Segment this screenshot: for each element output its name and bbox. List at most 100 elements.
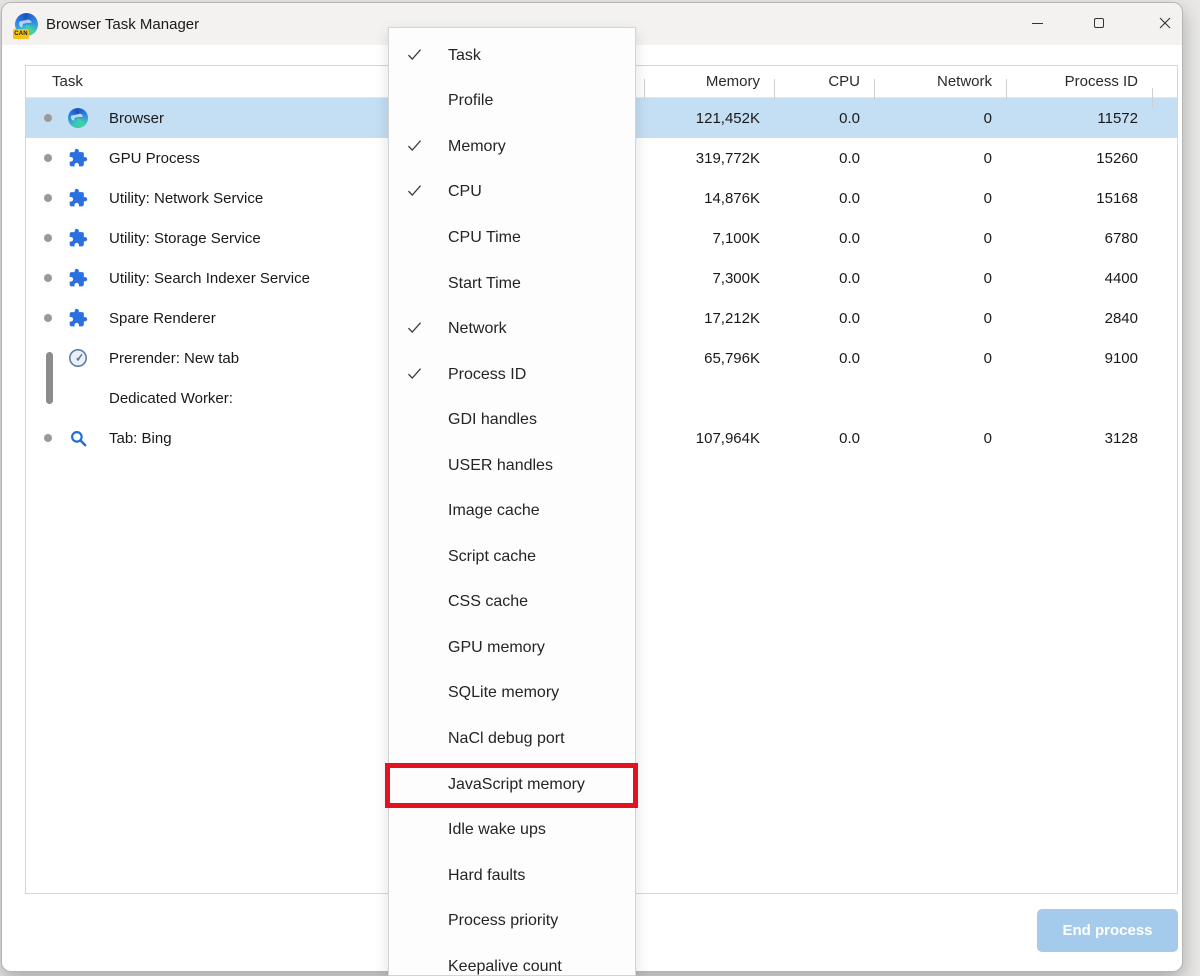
check-icon <box>407 48 422 66</box>
process-id-cell: 11572 <box>1006 110 1152 127</box>
task-name: Utility: Search Indexer Service <box>109 270 310 287</box>
menu-item-profile[interactable]: Profile <box>389 79 635 125</box>
menu-item-task[interactable]: Task <box>389 33 635 79</box>
menu-item-cpu-time[interactable]: CPU Time <box>389 215 635 261</box>
process-group-bar <box>46 352 53 404</box>
task-name: Utility: Storage Service <box>109 230 261 247</box>
menu-item-script-cache[interactable]: Script cache <box>389 534 635 580</box>
process-id-cell: 15260 <box>1006 150 1152 167</box>
cpu-cell: 0.0 <box>774 270 874 287</box>
check-icon <box>407 321 422 339</box>
process-id-cell: 2840 <box>1006 310 1152 327</box>
task-name: GPU Process <box>109 150 200 167</box>
menu-item-image-cache[interactable]: Image cache <box>389 488 635 534</box>
check-icon <box>407 367 422 385</box>
process-bullet <box>41 314 55 322</box>
memory-cell: 65,796K <box>644 350 774 367</box>
menu-item-label: Task <box>448 47 481 65</box>
column-header-process-id[interactable]: Process ID <box>1006 73 1152 90</box>
network-cell: 0 <box>874 430 1006 447</box>
process-bullet <box>41 154 55 162</box>
menu-item-cpu[interactable]: CPU <box>389 170 635 216</box>
menu-item-javascript-memory[interactable]: JavaScript memory <box>389 762 635 808</box>
menu-item-label: SQLite memory <box>448 684 559 702</box>
menu-item-hard-faults[interactable]: Hard faults <box>389 853 635 899</box>
process-bullet <box>41 114 55 122</box>
menu-item-label: Memory <box>448 138 506 156</box>
task-name: Tab: Bing <box>109 430 172 447</box>
minimize-button[interactable] <box>1014 5 1060 41</box>
menu-item-memory[interactable]: Memory <box>389 124 635 170</box>
menu-item-process-id[interactable]: Process ID <box>389 352 635 398</box>
menu-item-label: NaCl debug port <box>448 730 565 748</box>
network-cell: 0 <box>874 310 1006 327</box>
maximize-button[interactable] <box>1076 5 1122 41</box>
check-icon <box>407 185 422 203</box>
menu-item-label: Script cache <box>448 548 536 566</box>
canary-badge: CAN <box>13 29 29 39</box>
cpu-cell: 0.0 <box>774 230 874 247</box>
maximize-icon <box>1094 18 1104 28</box>
menu-item-idle-wake-ups[interactable]: Idle wake ups <box>389 807 635 853</box>
menu-item-label: Process priority <box>448 912 558 930</box>
menu-item-sqlite-memory[interactable]: SQLite memory <box>389 671 635 717</box>
memory-cell: 14,876K <box>644 190 774 207</box>
column-header-network[interactable]: Network <box>874 73 1006 90</box>
menu-item-gdi-handles[interactable]: GDI handles <box>389 397 635 443</box>
process-bullet <box>41 274 55 282</box>
memory-cell: 107,964K <box>644 430 774 447</box>
column-header-memory[interactable]: Memory <box>644 73 774 90</box>
task-name: Dedicated Worker: <box>109 390 233 407</box>
menu-item-label: CPU Time <box>448 229 521 247</box>
edge-icon <box>67 107 89 129</box>
task-name: Utility: Network Service <box>109 190 263 207</box>
menu-item-nacl-debug-port[interactable]: NaCl debug port <box>389 716 635 762</box>
close-button[interactable] <box>1142 5 1188 41</box>
puzzle-icon <box>67 227 89 249</box>
process-id-cell: 9100 <box>1006 350 1152 367</box>
process-id-cell: 6780 <box>1006 230 1152 247</box>
bullet-dot-icon <box>44 234 52 242</box>
menu-item-label: GDI handles <box>448 411 537 429</box>
task-name: Spare Renderer <box>109 310 216 327</box>
icon-placeholder <box>67 387 89 409</box>
menu-item-network[interactable]: Network <box>389 306 635 352</box>
bullet-dot-icon <box>44 314 52 322</box>
column-context-menu: Task Profile Memory CPU CPU Time Start Time Ne… <box>388 27 636 976</box>
bullet-dot-icon <box>44 274 52 282</box>
process-bullet <box>41 194 55 202</box>
cpu-cell: 0.0 <box>774 190 874 207</box>
menu-item-label: GPU memory <box>448 639 545 657</box>
window-title: Browser Task Manager <box>46 16 199 33</box>
cpu-cell: 0.0 <box>774 150 874 167</box>
cpu-cell: 0.0 <box>774 350 874 367</box>
puzzle-icon <box>67 147 89 169</box>
menu-item-keepalive-count[interactable]: Keepalive count <box>389 944 635 976</box>
process-id-cell: 4400 <box>1006 270 1152 287</box>
menu-item-label: Keepalive count <box>448 958 562 976</box>
puzzle-icon <box>67 187 89 209</box>
menu-item-process-priority[interactable]: Process priority <box>389 898 635 944</box>
bullet-dot-icon <box>44 154 52 162</box>
cpu-cell: 0.0 <box>774 430 874 447</box>
menu-item-label: Start Time <box>448 275 521 293</box>
puzzle-icon <box>67 267 89 289</box>
edge-canary-app-icon: CAN <box>15 13 38 36</box>
menu-item-label: CPU <box>448 183 482 201</box>
process-id-cell: 3128 <box>1006 430 1152 447</box>
menu-item-gpu-memory[interactable]: GPU memory <box>389 625 635 671</box>
menu-item-user-handles[interactable]: USER handles <box>389 443 635 489</box>
end-process-button[interactable]: End process <box>1037 909 1178 952</box>
menu-item-label: Network <box>448 320 507 338</box>
process-bullet <box>41 434 55 442</box>
edge-icon <box>68 108 88 128</box>
column-header-cpu[interactable]: CPU <box>774 73 874 90</box>
menu-item-label: Image cache <box>448 502 540 520</box>
menu-item-label: JavaScript memory <box>448 776 585 794</box>
menu-item-css-cache[interactable]: CSS cache <box>389 580 635 626</box>
menu-item-start-time[interactable]: Start Time <box>389 261 635 307</box>
memory-cell: 7,100K <box>644 230 774 247</box>
menu-item-label: Hard faults <box>448 867 525 885</box>
network-cell: 0 <box>874 350 1006 367</box>
gauge-icon <box>67 347 89 369</box>
